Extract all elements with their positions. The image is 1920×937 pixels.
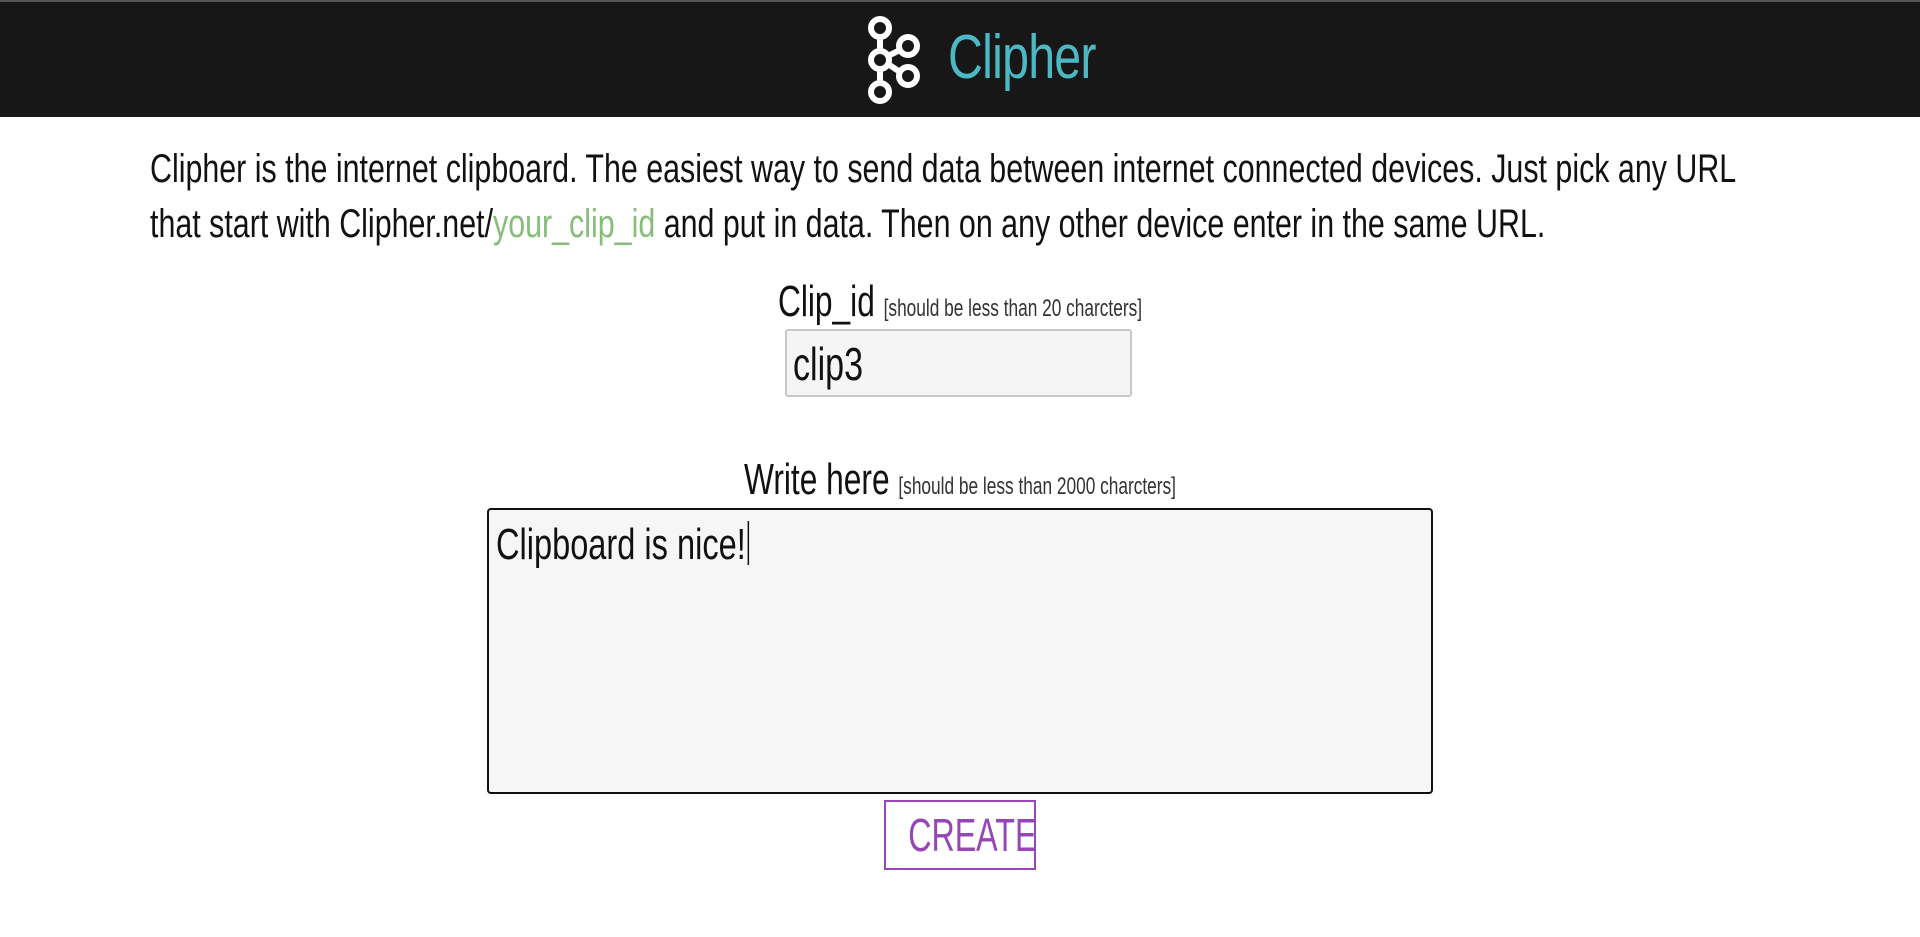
intro-text: Clipher is the internet clipboard. The e… <box>150 142 1737 252</box>
intro-line-1: Clipher is the internet clipboard. The e… <box>150 147 1737 191</box>
text-caret <box>747 521 749 565</box>
clip-id-value: clip3 <box>793 338 864 390</box>
clip-id-label: Clip_id [should be less than 20 charcter… <box>744 277 1176 334</box>
write-here-hint: [should be less than 2000 charcters] <box>898 473 1176 500</box>
intro-line-2-prefix: that start with Clipher.net/ <box>150 202 494 246</box>
intro-line-2: that start with Clipher.net/your_clip_id… <box>150 197 1545 252</box>
clip-id-label-text: Clip_id <box>777 277 875 326</box>
clip-content-value: Clipboard is nice! <box>496 518 749 572</box>
app-title[interactable]: Clipher <box>948 18 1097 98</box>
write-here-label-text: Write here <box>744 455 890 504</box>
create-button-label: CREATE <box>908 809 1036 861</box>
clip-id-input[interactable]: clip3 <box>785 329 1132 397</box>
clip-id-hint: [should be less than 20 charcters] <box>883 295 1143 322</box>
logo-icon[interactable] <box>858 12 928 108</box>
clip-content-textarea[interactable]: Clipboard is nice! <box>487 508 1433 794</box>
clip-id-highlight: your_clip_id <box>493 202 656 246</box>
header-bar: Clipher <box>0 2 1920 117</box>
write-here-label: Write here [should be less than 2000 cha… <box>672 455 1248 512</box>
create-button[interactable]: CREATE <box>884 800 1036 870</box>
clip-content-text: Clipboard is nice! <box>496 520 746 569</box>
intro-line-2-suffix: and put in data. Then on any other devic… <box>655 202 1546 246</box>
